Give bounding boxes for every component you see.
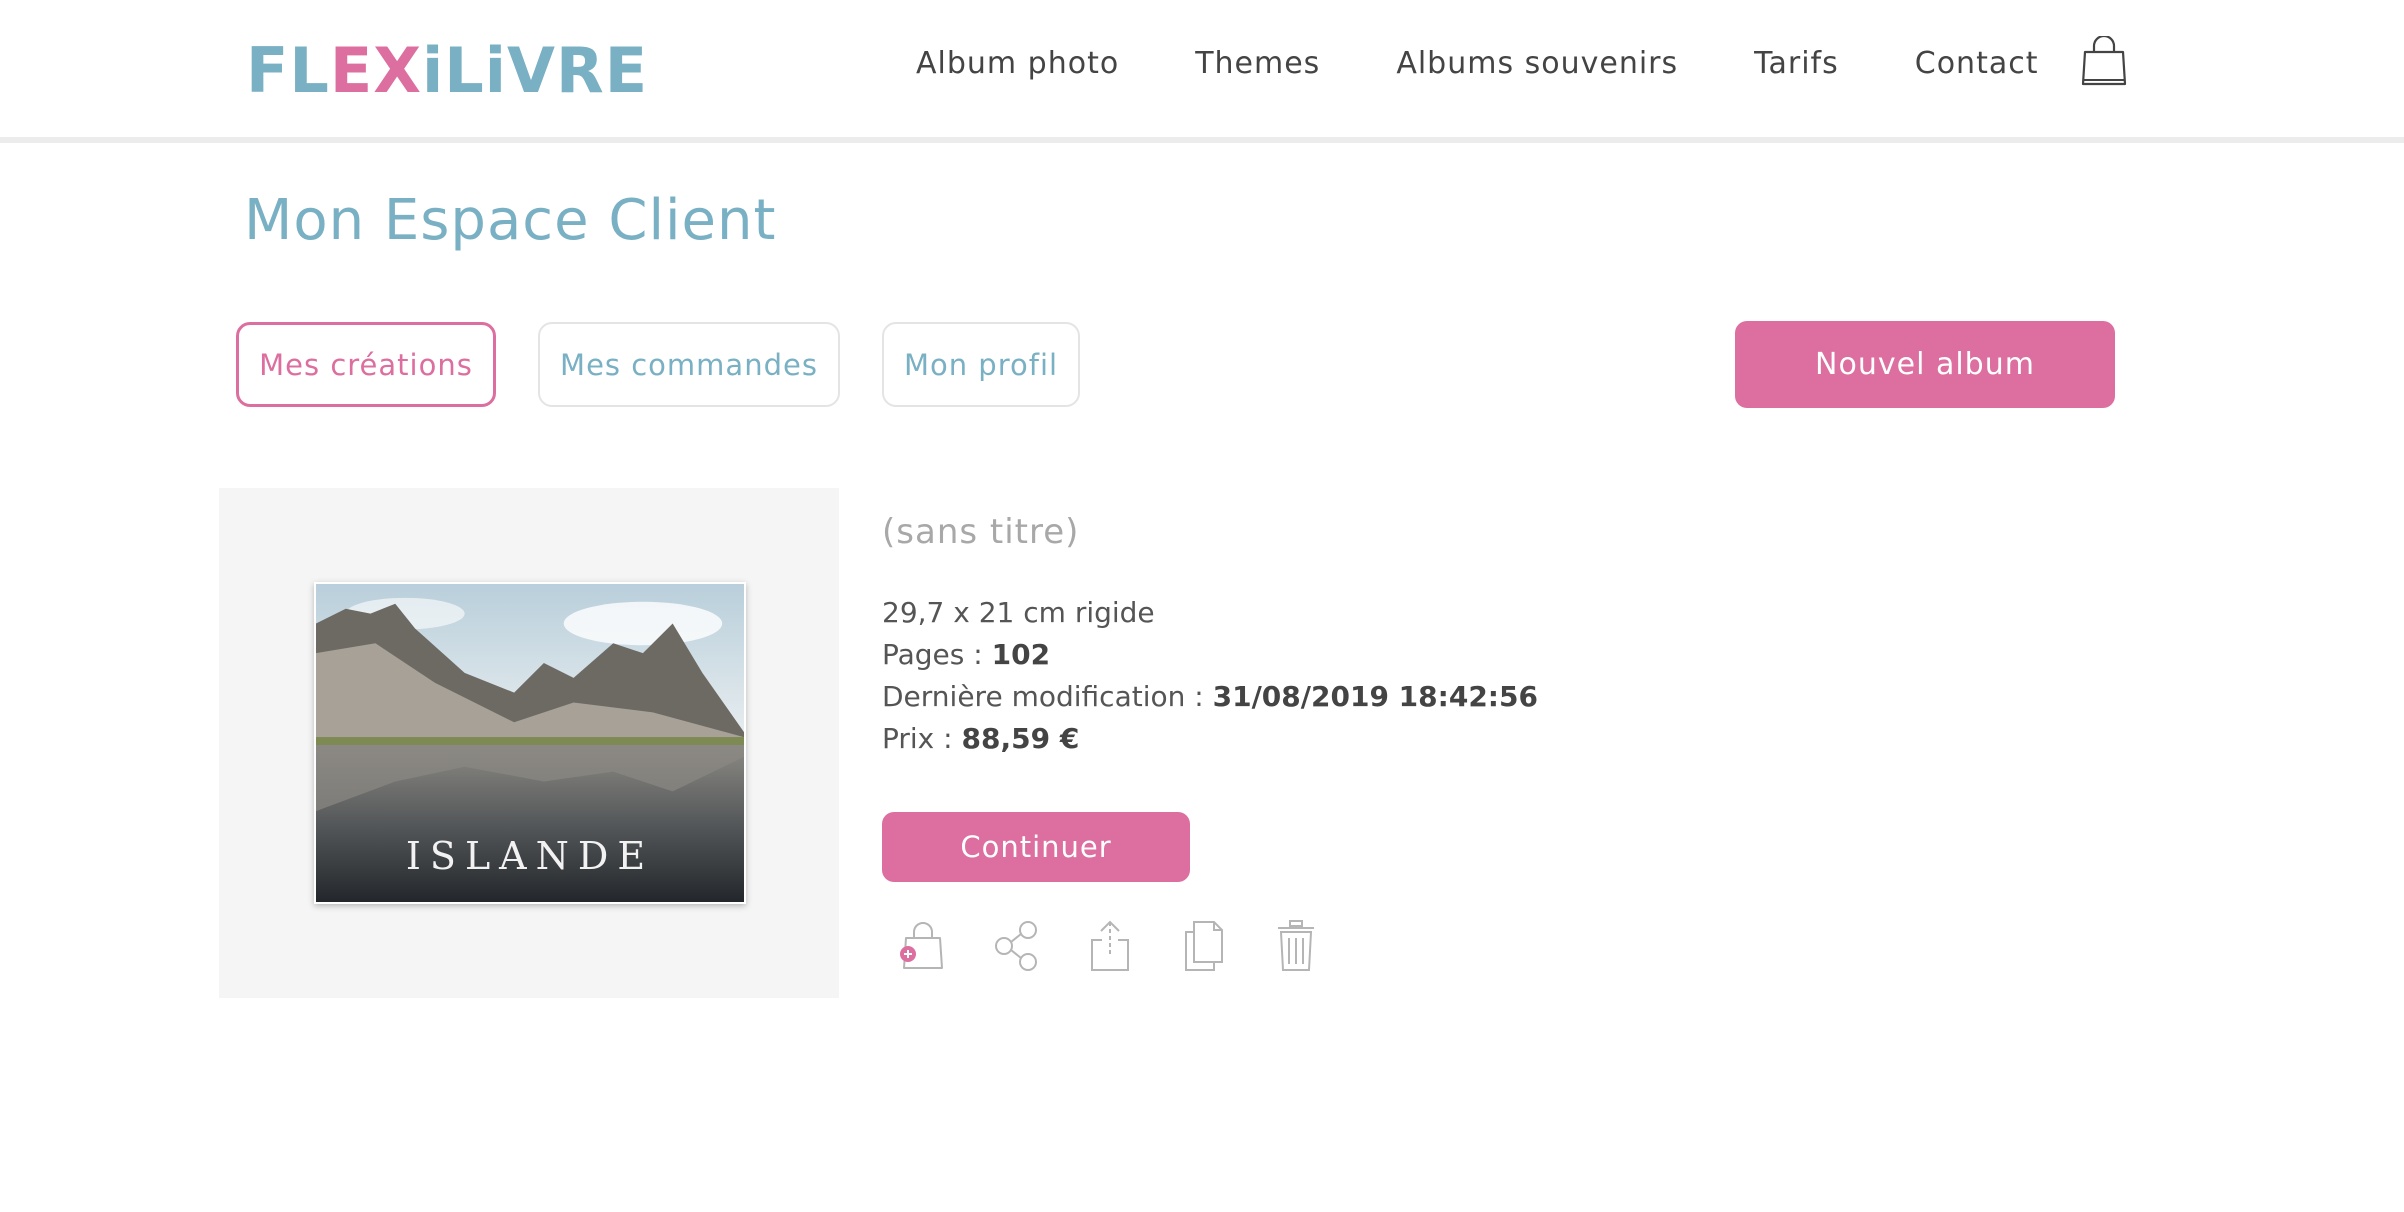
flexilivre-logo[interactable]: FL EX iLiVRE — [246, 34, 648, 107]
tab-mes-commandes[interactable]: Mes commandes — [538, 322, 840, 407]
logo-text-part2: EX — [329, 33, 423, 107]
nav-contact[interactable]: Contact — [1915, 46, 2039, 81]
logo-text-part3: iLiVRE — [422, 33, 649, 107]
page: FL EX iLiVRE Album photo Themes Albums sou… — [0, 0, 2404, 1212]
tab-mes-creations[interactable]: Mes créations — [236, 322, 496, 407]
new-album-button[interactable]: Nouvel album — [1735, 321, 2115, 408]
modified-label: Dernière modification : — [882, 680, 1213, 713]
nav-albums-souvenirs[interactable]: Albums souvenirs — [1396, 46, 1678, 81]
trash-icon[interactable] — [1270, 918, 1322, 974]
site-header: FL EX iLiVRE Album photo Themes Albums sou… — [0, 0, 2404, 143]
album-cover-thumbnail[interactable]: ISLANDE — [314, 582, 746, 904]
modified-value: 31/08/2019 18:42:56 — [1212, 680, 1538, 713]
price-label: Prix : — [882, 722, 962, 755]
nav-tarifs[interactable]: Tarifs — [1754, 46, 1839, 81]
tab-mon-profil[interactable]: Mon profil — [882, 322, 1080, 407]
shopping-bag-icon[interactable] — [2081, 36, 2127, 88]
nav-album-photo[interactable]: Album photo — [916, 46, 1119, 81]
album-price: Prix : 88,59 € — [882, 722, 1079, 755]
album-modified: Dernière modification : 31/08/2019 18:42… — [882, 680, 1538, 713]
pages-label: Pages : — [882, 638, 992, 671]
price-value: 88,59 € — [961, 722, 1080, 755]
album-title: (sans titre) — [882, 512, 1080, 552]
logo-text-part1: FL — [246, 33, 330, 107]
share-icon[interactable] — [992, 918, 1044, 974]
album-format: 29,7 x 21 cm rigide — [882, 596, 1155, 629]
duplicate-icon[interactable] — [1178, 918, 1230, 974]
page-title: Mon Espace Client — [244, 188, 777, 253]
continue-button[interactable]: Continuer — [882, 812, 1190, 882]
pages-value: 102 — [991, 638, 1051, 671]
add-to-cart-icon[interactable] — [896, 918, 948, 974]
export-icon[interactable] — [1084, 918, 1136, 974]
cover-title-text: ISLANDE — [405, 834, 655, 878]
album-pages: Pages : 102 — [882, 638, 1050, 671]
main-nav: Album photo Themes Albums souvenirs Tari… — [916, 46, 2116, 81]
nav-themes[interactable]: Themes — [1195, 46, 1320, 81]
